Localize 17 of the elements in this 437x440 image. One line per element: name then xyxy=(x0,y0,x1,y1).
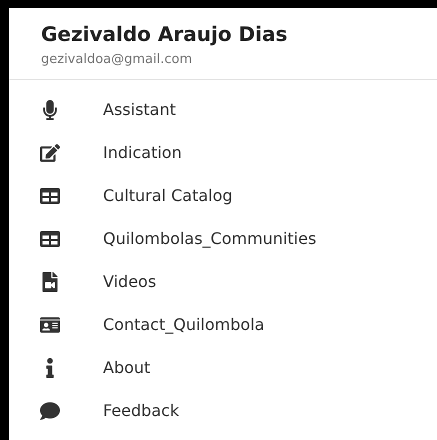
video-file-icon xyxy=(40,272,60,292)
user-email: gezivaldoa@gmail.com xyxy=(41,52,194,67)
contact-card-icon xyxy=(40,314,60,334)
speech-bubble-icon xyxy=(40,400,60,420)
microphone-icon xyxy=(40,100,60,120)
menu-item[interactable]: Videos xyxy=(9,260,437,303)
menu-item[interactable]: Assistant xyxy=(9,88,437,131)
menu-item[interactable]: About xyxy=(9,346,437,389)
grid-icon xyxy=(40,188,60,204)
grid-icon xyxy=(40,230,60,246)
menu-item[interactable]: Cultural Catalog xyxy=(9,174,437,217)
menu-item[interactable]: Contact_Quilombola xyxy=(9,303,437,346)
edit-icon xyxy=(40,142,60,162)
user-name: Gezivaldo Araujo Dias xyxy=(41,22,288,46)
menu-item[interactable]: Quilombolas_Communities xyxy=(9,217,437,260)
menu-item[interactable]: Feedback xyxy=(9,389,437,432)
menu-item[interactable]: Indication xyxy=(9,131,437,174)
